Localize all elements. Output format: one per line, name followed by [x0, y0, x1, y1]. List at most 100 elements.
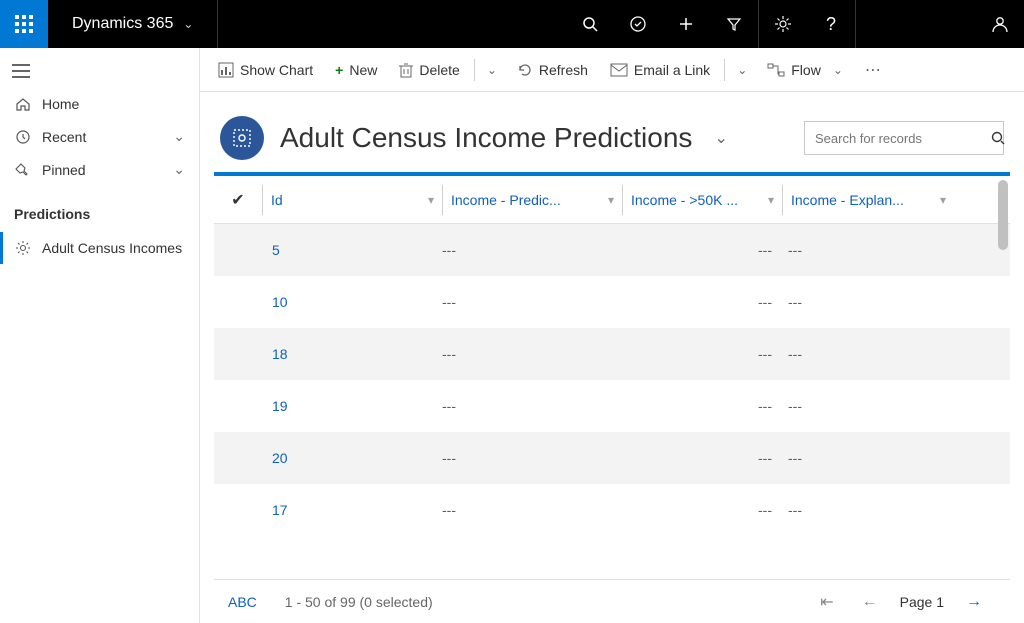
search-button[interactable]	[566, 0, 614, 48]
hamburger-icon	[12, 64, 30, 78]
cell-id[interactable]: 20	[262, 450, 442, 466]
delete-split-chevron[interactable]: ⌄	[479, 57, 505, 83]
plus-icon	[678, 16, 694, 32]
cell-prediction: ---	[442, 450, 622, 466]
chevron-down-icon: ⌄	[827, 63, 843, 77]
column-header-prediction[interactable]: Income - Predic... ▾	[442, 185, 622, 215]
help-button[interactable]: ?	[807, 0, 855, 48]
sidebar-item-pinned[interactable]: Pinned ⌄	[0, 153, 199, 186]
cell-prediction: ---	[442, 294, 622, 310]
cell-prediction: ---	[442, 346, 622, 362]
person-icon	[990, 14, 1010, 34]
column-header-50k[interactable]: Income - >50K ... ▾	[622, 185, 782, 215]
cell-id[interactable]: 19	[262, 398, 442, 414]
command-label: Flow	[791, 62, 821, 78]
column-label: Income - Explan...	[791, 192, 904, 208]
table-row[interactable]: 18---------	[214, 328, 1010, 380]
page-title: Adult Census Income Predictions	[280, 122, 692, 154]
waffle-icon	[15, 15, 33, 33]
chart-icon	[218, 62, 234, 78]
filter-button[interactable]	[710, 0, 758, 48]
filter-icon[interactable]: ▾	[940, 193, 946, 207]
search-input[interactable]	[815, 131, 991, 146]
command-bar: Show Chart + New Delete ⌄ Refresh	[200, 48, 1024, 92]
more-commands-button[interactable]: ⋯	[855, 54, 893, 86]
chevron-down-icon: ⌄	[183, 17, 193, 31]
page-indicator: Page 1	[892, 594, 952, 610]
cell-prediction: ---	[442, 242, 622, 258]
next-page-button[interactable]: →	[952, 593, 996, 611]
delete-button[interactable]: Delete	[389, 56, 469, 84]
table-row[interactable]: 20---------	[214, 432, 1010, 484]
command-label: New	[349, 62, 377, 78]
jump-bar[interactable]: ABC	[228, 594, 257, 610]
account-button[interactable]	[976, 0, 1024, 48]
home-icon	[14, 96, 32, 112]
refresh-button[interactable]: Refresh	[507, 56, 598, 84]
cell-explanation: ---	[782, 398, 954, 414]
main-area: Show Chart + New Delete ⌄ Refresh	[200, 48, 1024, 623]
filter-icon[interactable]: ▾	[428, 193, 434, 207]
command-label: Show Chart	[240, 62, 313, 78]
command-label: Email a Link	[634, 62, 710, 78]
grid-footer: ABC 1 - 50 of 99 (0 selected) ⇤ ← Page 1…	[214, 579, 1010, 623]
cell-50k: ---	[622, 346, 782, 362]
settings-button[interactable]	[759, 0, 807, 48]
search-records-box[interactable]	[804, 121, 1004, 155]
sidebar-item-adult-census[interactable]: Adult Census Incomes	[0, 232, 199, 264]
gear-icon	[14, 240, 32, 256]
prev-page-button[interactable]: ←	[848, 593, 892, 611]
show-chart-button[interactable]: Show Chart	[208, 56, 323, 84]
column-header-id[interactable]: Id ▾	[262, 185, 442, 215]
global-nav: Dynamics 365 ⌄ ?	[0, 0, 1024, 48]
cell-id[interactable]: 17	[262, 502, 442, 518]
record-range: 1 - 50 of 99 (0 selected)	[285, 594, 433, 610]
email-split-chevron[interactable]: ⌄	[729, 57, 755, 83]
table-row[interactable]: 5---------	[214, 224, 1010, 276]
mail-icon	[610, 63, 628, 77]
filter-icon[interactable]: ▾	[768, 193, 774, 207]
table-row[interactable]: 19---------	[214, 380, 1010, 432]
email-link-button[interactable]: Email a Link	[600, 56, 720, 84]
flow-button[interactable]: Flow ⌄	[757, 56, 853, 84]
grid-header: ✔ Id ▾ Income - Predic... ▾ Income - >50…	[214, 176, 1010, 224]
cell-50k: ---	[622, 398, 782, 414]
column-label: Id	[271, 192, 283, 208]
first-page-button[interactable]: ⇤	[806, 592, 847, 612]
sidebar-item-label: Adult Census Incomes	[42, 240, 182, 256]
chevron-down-icon: ⌄	[173, 161, 185, 178]
username-area[interactable]	[856, 0, 976, 48]
cell-id[interactable]: 5	[262, 242, 442, 258]
entity-badge	[220, 116, 264, 160]
search-icon[interactable]	[991, 131, 1005, 145]
app-launcher-button[interactable]	[0, 0, 48, 48]
cell-50k: ---	[622, 294, 782, 310]
scrollbar-thumb[interactable]	[998, 180, 1008, 250]
cell-prediction: ---	[442, 502, 622, 518]
topbar-icon-group: ?	[566, 0, 1024, 48]
table-row[interactable]: 17---------	[214, 484, 1010, 536]
select-all-checkbox[interactable]: ✔	[214, 190, 262, 210]
add-button[interactable]	[662, 0, 710, 48]
filter-icon[interactable]: ▾	[608, 193, 614, 207]
cell-explanation: ---	[782, 294, 954, 310]
sidebar-group-label: Predictions	[0, 186, 199, 232]
task-button[interactable]	[614, 0, 662, 48]
cell-50k: ---	[622, 502, 782, 518]
cell-id[interactable]: 10	[262, 294, 442, 310]
sidebar-item-recent[interactable]: Recent ⌄	[0, 120, 199, 153]
brand-dropdown[interactable]: Dynamics 365 ⌄	[48, 0, 218, 48]
sidebar-item-home[interactable]: Home	[0, 88, 199, 120]
new-button[interactable]: + New	[325, 56, 387, 84]
table-row[interactable]: 10---------	[214, 276, 1010, 328]
cell-explanation: ---	[782, 502, 954, 518]
sidebar: Home Recent ⌄ Pinned ⌄ Predictions Adult…	[0, 48, 200, 623]
column-header-explanation[interactable]: Income - Explan... ▾	[782, 185, 954, 215]
cell-explanation: ---	[782, 346, 954, 362]
sidebar-toggle[interactable]	[0, 60, 199, 88]
page-header: Adult Census Income Predictions ⌄	[200, 92, 1024, 172]
cell-id[interactable]: 18	[262, 346, 442, 362]
view-selector-chevron[interactable]: ⌄	[714, 128, 727, 148]
refresh-icon	[517, 62, 533, 78]
data-grid: ✔ Id ▾ Income - Predic... ▾ Income - >50…	[214, 172, 1010, 623]
